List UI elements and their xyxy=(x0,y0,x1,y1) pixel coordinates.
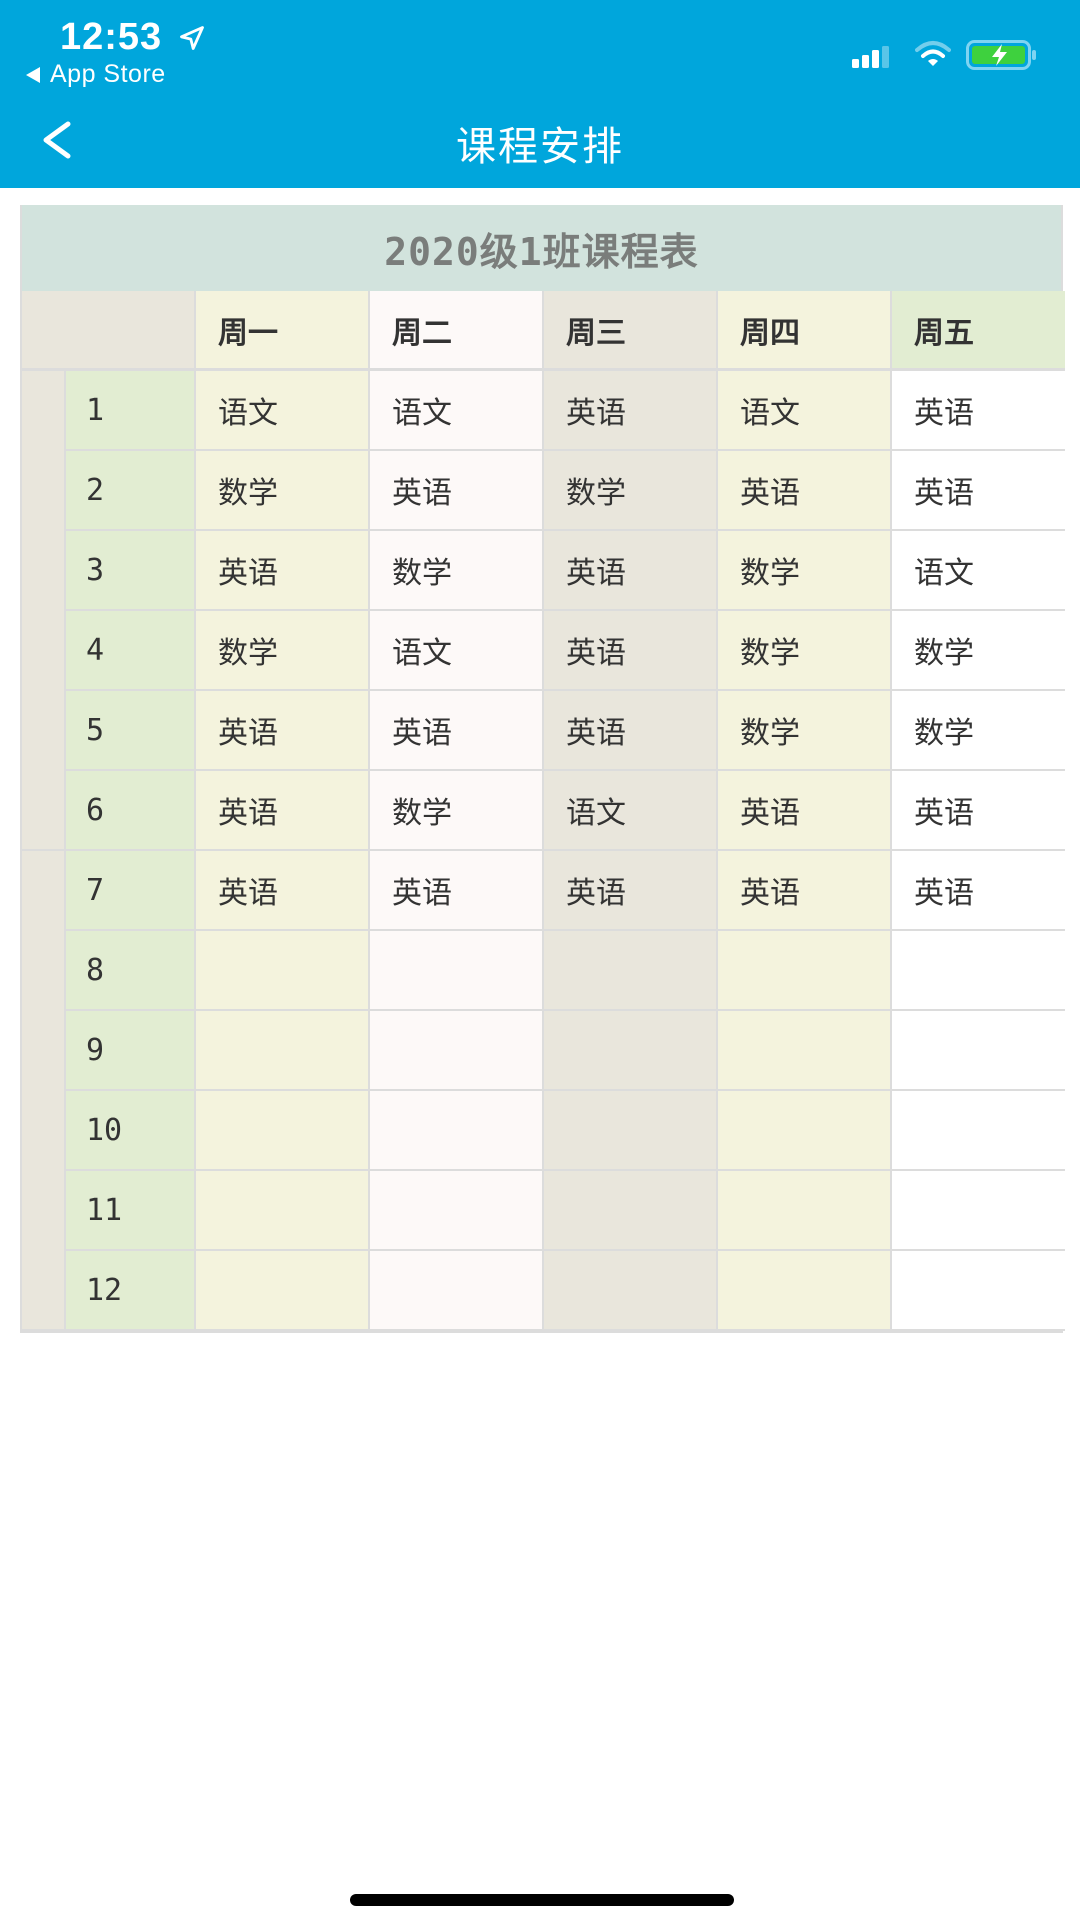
period-number: 7 xyxy=(66,851,196,931)
class-cell[interactable] xyxy=(718,1011,892,1091)
header-day: 周五 xyxy=(892,291,1065,371)
period-number: 10 xyxy=(66,1091,196,1171)
class-cell[interactable] xyxy=(370,1091,544,1171)
class-cell[interactable] xyxy=(892,1091,1065,1171)
location-arrow-icon xyxy=(180,26,204,50)
class-cell[interactable]: 数学 xyxy=(718,531,892,611)
period-number: 11 xyxy=(66,1171,196,1251)
class-cell[interactable] xyxy=(892,1171,1065,1251)
back-app-label: App Store xyxy=(50,60,166,88)
class-cell[interactable]: 英语 xyxy=(544,691,718,771)
timetable: 2020级1班课程表 周一 周二 周三 周四 周五 1 语文 语文 英语 语文 英语 2 数学… xyxy=(20,205,1065,1333)
class-cell[interactable]: 数学 xyxy=(370,771,544,851)
class-cell[interactable] xyxy=(892,931,1065,1011)
period-number: 1 xyxy=(66,371,196,451)
top-bar: 12:53 App Store 课程安排 xyxy=(0,0,1080,188)
status-time: 12:53 xyxy=(60,16,163,58)
class-cell[interactable]: 英语 xyxy=(892,771,1065,851)
class-cell[interactable]: 英语 xyxy=(370,851,544,931)
class-cell[interactable]: 数学 xyxy=(892,691,1065,771)
class-cell[interactable] xyxy=(718,1171,892,1251)
class-cell[interactable] xyxy=(196,1251,370,1331)
period-number: 2 xyxy=(66,451,196,531)
period-number: 8 xyxy=(66,931,196,1011)
page-title: 课程安排 xyxy=(456,124,624,170)
period-number: 12 xyxy=(66,1251,196,1331)
class-cell[interactable]: 英语 xyxy=(370,451,544,531)
class-cell[interactable]: 英语 xyxy=(892,371,1065,451)
header-day: 周四 xyxy=(718,291,892,371)
class-cell[interactable]: 英语 xyxy=(544,371,718,451)
section-cell xyxy=(22,371,66,851)
class-cell[interactable] xyxy=(544,931,718,1011)
class-cell[interactable]: 英语 xyxy=(544,611,718,691)
class-cell[interactable] xyxy=(718,1091,892,1171)
class-cell[interactable] xyxy=(196,1171,370,1251)
class-cell[interactable]: 语文 xyxy=(196,371,370,451)
class-cell[interactable]: 数学 xyxy=(370,531,544,611)
home-indicator[interactable] xyxy=(350,1894,734,1906)
class-cell[interactable]: 英语 xyxy=(544,531,718,611)
class-cell[interactable] xyxy=(544,1251,718,1331)
class-cell[interactable]: 语文 xyxy=(370,611,544,691)
class-cell[interactable]: 英语 xyxy=(718,451,892,531)
class-cell[interactable] xyxy=(370,1171,544,1251)
battery-charging-icon xyxy=(966,40,1036,70)
class-cell[interactable]: 语文 xyxy=(718,371,892,451)
period-number: 9 xyxy=(66,1011,196,1091)
header-day: 周三 xyxy=(544,291,718,371)
class-cell[interactable]: 数学 xyxy=(196,451,370,531)
class-cell[interactable] xyxy=(892,1251,1065,1331)
class-cell[interactable] xyxy=(892,1011,1065,1091)
wifi-icon xyxy=(915,41,951,66)
class-cell[interactable] xyxy=(544,1171,718,1251)
class-cell[interactable]: 英语 xyxy=(196,771,370,851)
back-triangle-icon xyxy=(26,66,40,83)
class-cell[interactable]: 英语 xyxy=(718,851,892,931)
period-number: 6 xyxy=(66,771,196,851)
class-cell[interactable]: 数学 xyxy=(718,691,892,771)
class-cell[interactable] xyxy=(196,1011,370,1091)
header-day: 周二 xyxy=(370,291,544,371)
class-cell[interactable]: 语文 xyxy=(892,531,1065,611)
class-cell[interactable]: 数学 xyxy=(196,611,370,691)
class-cell[interactable]: 英语 xyxy=(718,771,892,851)
section-cell xyxy=(22,851,66,1331)
class-cell[interactable] xyxy=(196,931,370,1011)
class-cell[interactable]: 英语 xyxy=(892,851,1065,931)
header-day: 周一 xyxy=(196,291,370,371)
class-cell[interactable] xyxy=(370,931,544,1011)
class-cell[interactable] xyxy=(196,1091,370,1171)
class-cell[interactable]: 英语 xyxy=(196,531,370,611)
class-cell[interactable] xyxy=(718,931,892,1011)
class-cell[interactable] xyxy=(370,1251,544,1331)
class-cell[interactable]: 英语 xyxy=(196,851,370,931)
timetable-title: 2020级1班课程表 xyxy=(22,205,1061,291)
class-cell[interactable]: 数学 xyxy=(718,611,892,691)
period-number: 3 xyxy=(66,531,196,611)
class-cell[interactable]: 英语 xyxy=(196,691,370,771)
timetable-grid: 周一 周二 周三 周四 周五 1 语文 语文 英语 语文 英语 2 数学 英语 数学 英语 英语 3 英语… xyxy=(22,291,1065,1331)
class-cell[interactable] xyxy=(370,1011,544,1091)
period-number: 5 xyxy=(66,691,196,771)
class-cell[interactable]: 英语 xyxy=(544,851,718,931)
class-cell[interactable]: 数学 xyxy=(544,451,718,531)
period-number: 4 xyxy=(66,611,196,691)
header-corner xyxy=(22,291,196,371)
class-cell[interactable] xyxy=(544,1091,718,1171)
class-cell[interactable] xyxy=(544,1011,718,1091)
back-to-app-store[interactable]: App Store xyxy=(26,60,166,89)
class-cell[interactable] xyxy=(718,1251,892,1331)
class-cell[interactable]: 语文 xyxy=(370,371,544,451)
class-cell[interactable]: 语文 xyxy=(544,771,718,851)
class-cell[interactable]: 英语 xyxy=(892,451,1065,531)
class-cell[interactable]: 英语 xyxy=(370,691,544,771)
cellular-signal-icon xyxy=(852,46,889,68)
class-cell[interactable]: 数学 xyxy=(892,611,1065,691)
